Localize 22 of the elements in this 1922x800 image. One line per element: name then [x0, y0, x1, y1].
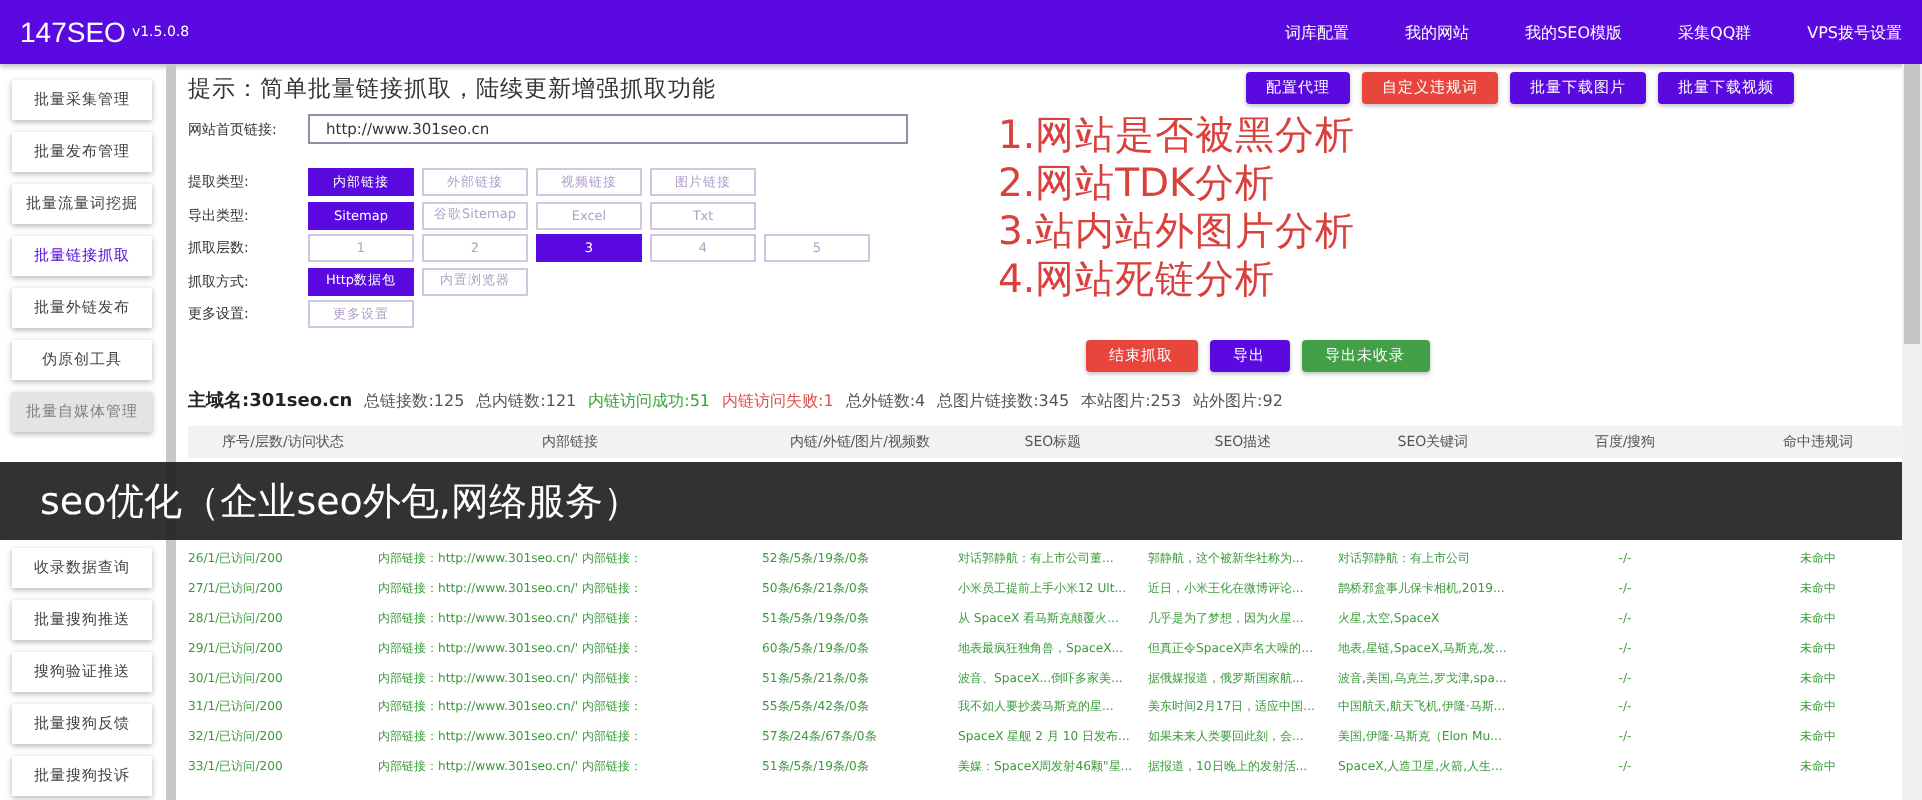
nav-link[interactable]: 我的网站 — [1405, 21, 1470, 43]
nav-link[interactable]: 词库配置 — [1285, 21, 1350, 43]
stat-text: 总链接数:125 — [364, 390, 465, 412]
nav-link[interactable]: VPS拨号设置 — [1807, 21, 1902, 43]
app-logo: 147SEO — [20, 16, 126, 48]
analysis-item: 2.网站TDK分析 — [998, 160, 1277, 208]
scrollbar[interactable] — [1902, 64, 1922, 800]
analysis-item: 1.网站是否被黑分析 — [998, 112, 1356, 160]
tip-text: 提示：简单批量链接抓取，陆续更新增强抓取功能 — [188, 73, 716, 103]
stat-text: 总外链数:4 — [845, 390, 926, 412]
stat-text: 站外图片:92 — [1193, 390, 1283, 412]
analysis-item: 4.网站死链分析 — [998, 256, 1278, 304]
stat-text: 总图片链接数:345 — [937, 390, 1070, 412]
stat-text: 本站图片:253 — [1081, 390, 1182, 412]
stat-text: 总内链数:121 — [476, 390, 577, 412]
stat-text: 内链访问失败:1 — [722, 390, 834, 412]
nav-link[interactable]: 采集QQ群 — [1678, 21, 1752, 43]
caption-text: seo优化（企业seo外包,网络服务） — [40, 477, 641, 527]
nav-link[interactable]: 我的SEO模版 — [1525, 21, 1623, 43]
stat-text: 主域名:301seo.cn — [188, 388, 353, 414]
stat-text: 内链访问成功:51 — [588, 390, 711, 412]
analysis-item: 3.站内站外图片分析 — [998, 208, 1356, 256]
